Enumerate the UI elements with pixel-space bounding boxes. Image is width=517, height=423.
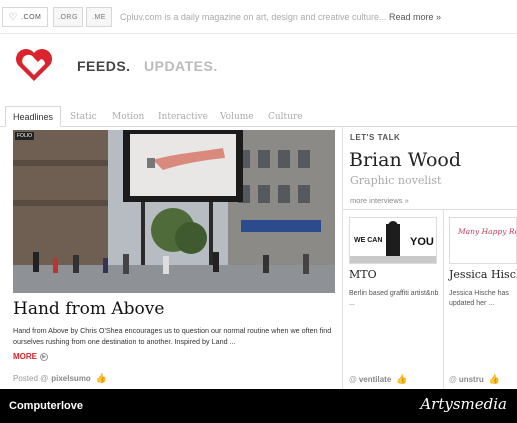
domain-tab-com[interactable]: ♡ .COM — [2, 7, 48, 27]
section-divider — [343, 209, 517, 210]
heart-icon: ♡ — [8, 11, 19, 23]
at-icon: @ — [449, 375, 457, 384]
nav-updates[interactable]: UPDATES. — [144, 58, 218, 74]
domain-label: .COM — [21, 13, 42, 21]
caption-watermark: Artysmedia — [420, 395, 507, 413]
posted-user-link[interactable]: pixelsumo — [51, 374, 91, 383]
read-more-link[interactable]: Read more » — [389, 12, 441, 22]
street-scene-image — [13, 130, 335, 293]
more-label: MORE — [13, 352, 37, 361]
card-art-text-left: WE CAN — [354, 237, 382, 244]
card-image-jessica[interactable]: Many Happy Returns — [449, 217, 517, 264]
card-title-jessica[interactable]: Jessica Hisch — [449, 268, 517, 281]
caption-bar: Computerlove Artysmedia — [0, 389, 517, 423]
feature-title[interactable]: Hand from Above — [13, 299, 164, 319]
card-desc-mto: Berlin based graffiti artist&nb ... — [349, 290, 439, 307]
feature-description: Hand from Above by Chris O'Shea encourag… — [13, 326, 332, 346]
lets-talk-heading: LET'S TALK — [350, 133, 401, 142]
domain-label: .ME — [92, 13, 106, 21]
interviewee-name[interactable]: Brian Wood — [349, 149, 461, 171]
tab-volume[interactable]: Volume — [220, 106, 254, 127]
site-tagline: Cpluv.com is a daily magazine on art, de… — [120, 12, 441, 22]
domain-label: .ORG — [58, 13, 78, 21]
column-divider — [342, 127, 343, 389]
posted-by: Posted @ pixelsumo 👍 — [13, 373, 107, 384]
card-art-script: Many Happy Returns — [457, 227, 517, 236]
more-button[interactable]: MORE ▶ — [13, 352, 48, 361]
card-image-mto[interactable]: WE CAN YOU — [349, 217, 437, 264]
tab-static[interactable]: Static — [70, 106, 97, 127]
feature-image[interactable]: FOLIO — [13, 130, 335, 293]
tab-motion[interactable]: Motion — [112, 106, 144, 127]
nav-feeds[interactable]: FEEDS. — [77, 58, 131, 74]
thumbs-up-icon[interactable]: 👍 — [396, 374, 407, 385]
domain-tab-org[interactable]: .ORG — [53, 7, 83, 27]
more-interviews-link[interactable]: more interviews » — [350, 196, 409, 205]
posted-label: Posted @ — [13, 374, 49, 383]
cpluv-heart-logo-icon[interactable] — [14, 47, 54, 83]
card-user-jessica: @ unstru 👍 — [449, 374, 500, 385]
mto-artwork-image: WE CAN YOU — [350, 218, 436, 263]
category-tabs: Headlines Static Motion Interactive Volu… — [0, 103, 517, 127]
interviewee-role: Graphic novelist — [350, 174, 442, 187]
top-bar: ♡ .COM .ORG .ME Cpluv.com is a daily mag… — [0, 0, 517, 34]
folio-badge: FOLIO — [15, 132, 35, 140]
tab-headlines[interactable]: Headlines — [5, 106, 62, 127]
tab-interactive[interactable]: Interactive — [158, 106, 208, 127]
jessica-artwork-image: Many Happy Returns — [450, 218, 517, 263]
thumbs-up-icon[interactable]: 👍 — [96, 373, 107, 384]
card-art-text-right: YOU — [410, 236, 434, 248]
arrow-right-icon: ▶ — [40, 352, 48, 361]
domain-tab-me[interactable]: .ME — [86, 7, 112, 27]
card-user-link[interactable]: ventilate — [359, 375, 391, 384]
card-desc-jessica: Jessica Hische has updated her ... — [449, 290, 509, 307]
card-user-link[interactable]: unstru — [459, 375, 484, 384]
card-title-mto[interactable]: MTO — [349, 268, 377, 281]
tab-culture[interactable]: Culture — [268, 106, 303, 127]
tagline-text: Cpluv.com is a daily magazine on art, de… — [120, 12, 387, 22]
card-divider — [443, 210, 444, 389]
thumbs-up-icon[interactable]: 👍 — [489, 374, 500, 385]
card-user-mto: @ ventilate 👍 — [349, 374, 408, 385]
caption-site-name: Computerlove — [9, 400, 83, 412]
at-icon: @ — [349, 375, 357, 384]
